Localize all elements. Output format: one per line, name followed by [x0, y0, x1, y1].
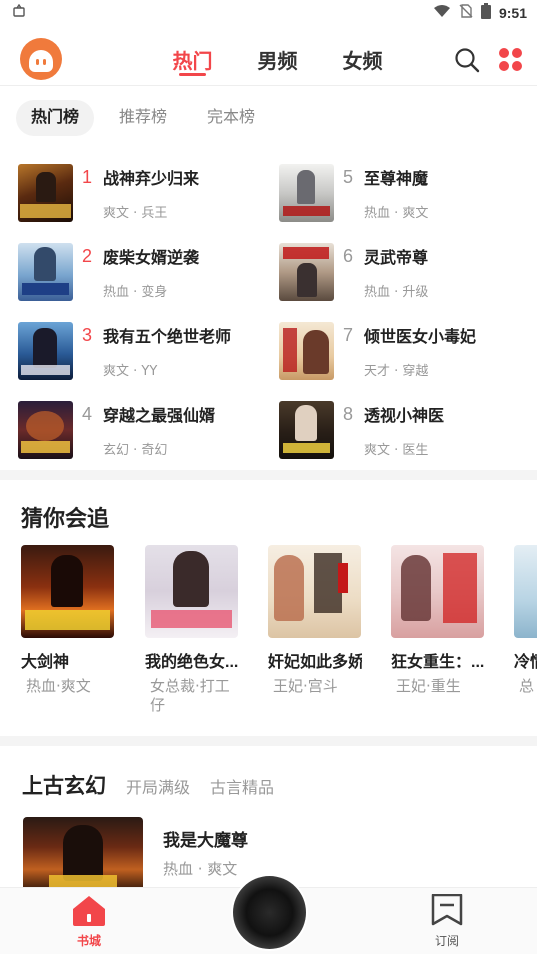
book-tags: 热血 · 变身 — [103, 285, 168, 300]
notification-icon — [12, 3, 26, 22]
book-title: 奸妃如此多娇 — [268, 654, 362, 671]
list-item[interactable]: 8 透视小神医 爽文 · 医生 — [279, 399, 529, 461]
tab-female[interactable]: 女频 — [320, 30, 405, 88]
category-tabs: 上古玄幻 开局满级 古言精品 — [22, 770, 274, 800]
clock: 9:51 — [498, 5, 527, 21]
book-title: 倾世医女小毒妃 — [364, 329, 477, 346]
rank-number: 7 — [343, 325, 354, 345]
book-tags: 女总裁·打工仔 — [150, 677, 230, 714]
book-title: 狂女重生：... — [391, 654, 485, 671]
tab-male[interactable]: 男频 — [235, 30, 320, 88]
tab-bookstore-label: 书城 — [76, 934, 101, 948]
audio-player-disc[interactable] — [233, 876, 306, 949]
rank-number: 3 — [82, 325, 93, 345]
rank-tabs: 热门榜 推荐榜 完本榜 — [16, 100, 270, 136]
rank-number: 2 — [82, 246, 93, 266]
divider — [0, 85, 537, 86]
wifi-icon — [433, 4, 451, 22]
list-item[interactable]: 4 穿越之最强仙婿 玄幻 · 奇幻 — [18, 399, 268, 461]
book-tags: 玄幻 · 奇幻 — [103, 443, 168, 458]
list-item[interactable]: 3 我有五个绝世老师 爽文 · YY — [18, 320, 268, 382]
tab-hot[interactable]: 热门 — [150, 30, 235, 88]
list-item[interactable]: 5 至尊神魔 热血 · 爽文 — [279, 162, 529, 224]
tab-ancient-fantasy[interactable]: 上古玄幻 — [22, 770, 106, 800]
bookmark-icon — [431, 893, 463, 926]
book-title: 冷情 — [514, 654, 537, 671]
book-title: 透视小神医 — [364, 408, 445, 425]
tab-ancient-romance[interactable]: 古言精品 — [210, 774, 274, 798]
channel-tabs: 热门 男频 女频 — [150, 30, 405, 88]
book-title: 我有五个绝世老师 — [103, 329, 232, 346]
book-cover — [514, 545, 537, 638]
top-nav: 热门 男频 女频 — [0, 30, 537, 88]
book-cover — [21, 545, 114, 638]
tab-subscribe-label: 订阅 — [434, 934, 459, 948]
book-cover[interactable] — [23, 817, 143, 892]
category-grid-icon[interactable] — [498, 47, 524, 73]
book-tags: 热血 · 爽文 — [163, 860, 238, 878]
status-bar: 9:51 — [0, 0, 537, 26]
section-divider — [0, 470, 537, 480]
rank-number: 4 — [82, 404, 93, 424]
book-card[interactable]: 狂女重生：... 王妃·重生 — [391, 545, 485, 696]
book-cover — [18, 322, 73, 380]
rank-number: 1 — [82, 167, 93, 187]
tab-recommend-rank[interactable]: 推荐榜 — [104, 100, 182, 136]
logo-face-icon — [29, 50, 53, 72]
book-cover — [279, 164, 334, 222]
list-item[interactable]: 2 废柴女婿逆袭 热血 · 变身 — [18, 241, 268, 303]
book-cover — [279, 243, 334, 301]
book-title[interactable]: 我是大魔尊 — [163, 826, 248, 851]
tab-complete-rank[interactable]: 完本榜 — [192, 100, 270, 136]
book-cover — [18, 401, 73, 459]
book-tags: 热血·爽文 — [26, 677, 91, 695]
list-item[interactable]: 1 战神弃少归来 爽文 · 兵王 — [18, 162, 268, 224]
book-title: 我的绝色女... — [145, 654, 239, 671]
book-title: 灵武帝尊 — [364, 250, 429, 267]
battery-icon — [480, 3, 491, 23]
book-title: 废柴女婿逆袭 — [103, 250, 200, 267]
book-tags: 爽文 · 医生 — [364, 443, 429, 458]
rank-number: 8 — [343, 404, 354, 424]
book-card[interactable]: 我的绝色女... 女总裁·打工仔 — [145, 545, 239, 715]
list-item[interactable]: 6 灵武帝尊 热血 · 升级 — [279, 241, 529, 303]
book-tags: 王妃·宫斗 — [273, 677, 338, 695]
book-tags: 爽文 · YY — [103, 364, 158, 379]
home-icon — [73, 896, 105, 926]
tab-hot-rank[interactable]: 热门榜 — [16, 100, 95, 136]
book-cover — [279, 322, 334, 380]
book-cover — [18, 164, 73, 222]
book-tags: 热血 · 爽文 — [364, 206, 429, 221]
book-title: 战神弃少归来 — [103, 171, 200, 188]
book-title: 至尊神魔 — [364, 171, 429, 188]
book-tags: 总 — [519, 677, 535, 695]
book-tags: 热血 · 升级 — [364, 285, 429, 300]
search-icon[interactable] — [454, 47, 480, 73]
guess-book-row: 大剑神 热血·爽文 我的绝色女... 女总裁·打工仔 奸妃如此多娇 王妃·宫斗 … — [21, 545, 537, 720]
tab-bookstore[interactable]: 书城 — [59, 894, 119, 949]
book-tags: 天才 · 穿越 — [364, 364, 429, 379]
no-sim-icon — [459, 4, 473, 22]
book-cover — [391, 545, 484, 638]
list-item[interactable]: 7 倾世医女小毒妃 天才 · 穿越 — [279, 320, 529, 382]
book-card[interactable]: 奸妃如此多娇 王妃·宫斗 — [268, 545, 362, 696]
rank-number: 6 — [343, 246, 354, 266]
book-card[interactable]: 冷情 总 — [514, 545, 537, 696]
app-logo[interactable] — [20, 38, 62, 80]
tab-subscribe[interactable]: 订阅 — [417, 893, 477, 949]
book-cover — [145, 545, 238, 638]
book-card[interactable]: 大剑神 热血·爽文 — [21, 545, 115, 696]
book-title: 穿越之最强仙婿 — [103, 408, 216, 425]
book-cover — [268, 545, 361, 638]
book-tags: 王妃·重生 — [396, 677, 461, 695]
book-tags: 爽文 · 兵王 — [103, 206, 168, 221]
tab-max-level[interactable]: 开局满级 — [126, 774, 190, 798]
rank-number: 5 — [343, 167, 354, 187]
book-cover — [18, 243, 73, 301]
section-divider — [0, 736, 537, 746]
book-title: 大剑神 — [21, 654, 70, 671]
book-cover — [279, 401, 334, 459]
section-title-guess: 猜你会追 — [21, 506, 110, 531]
